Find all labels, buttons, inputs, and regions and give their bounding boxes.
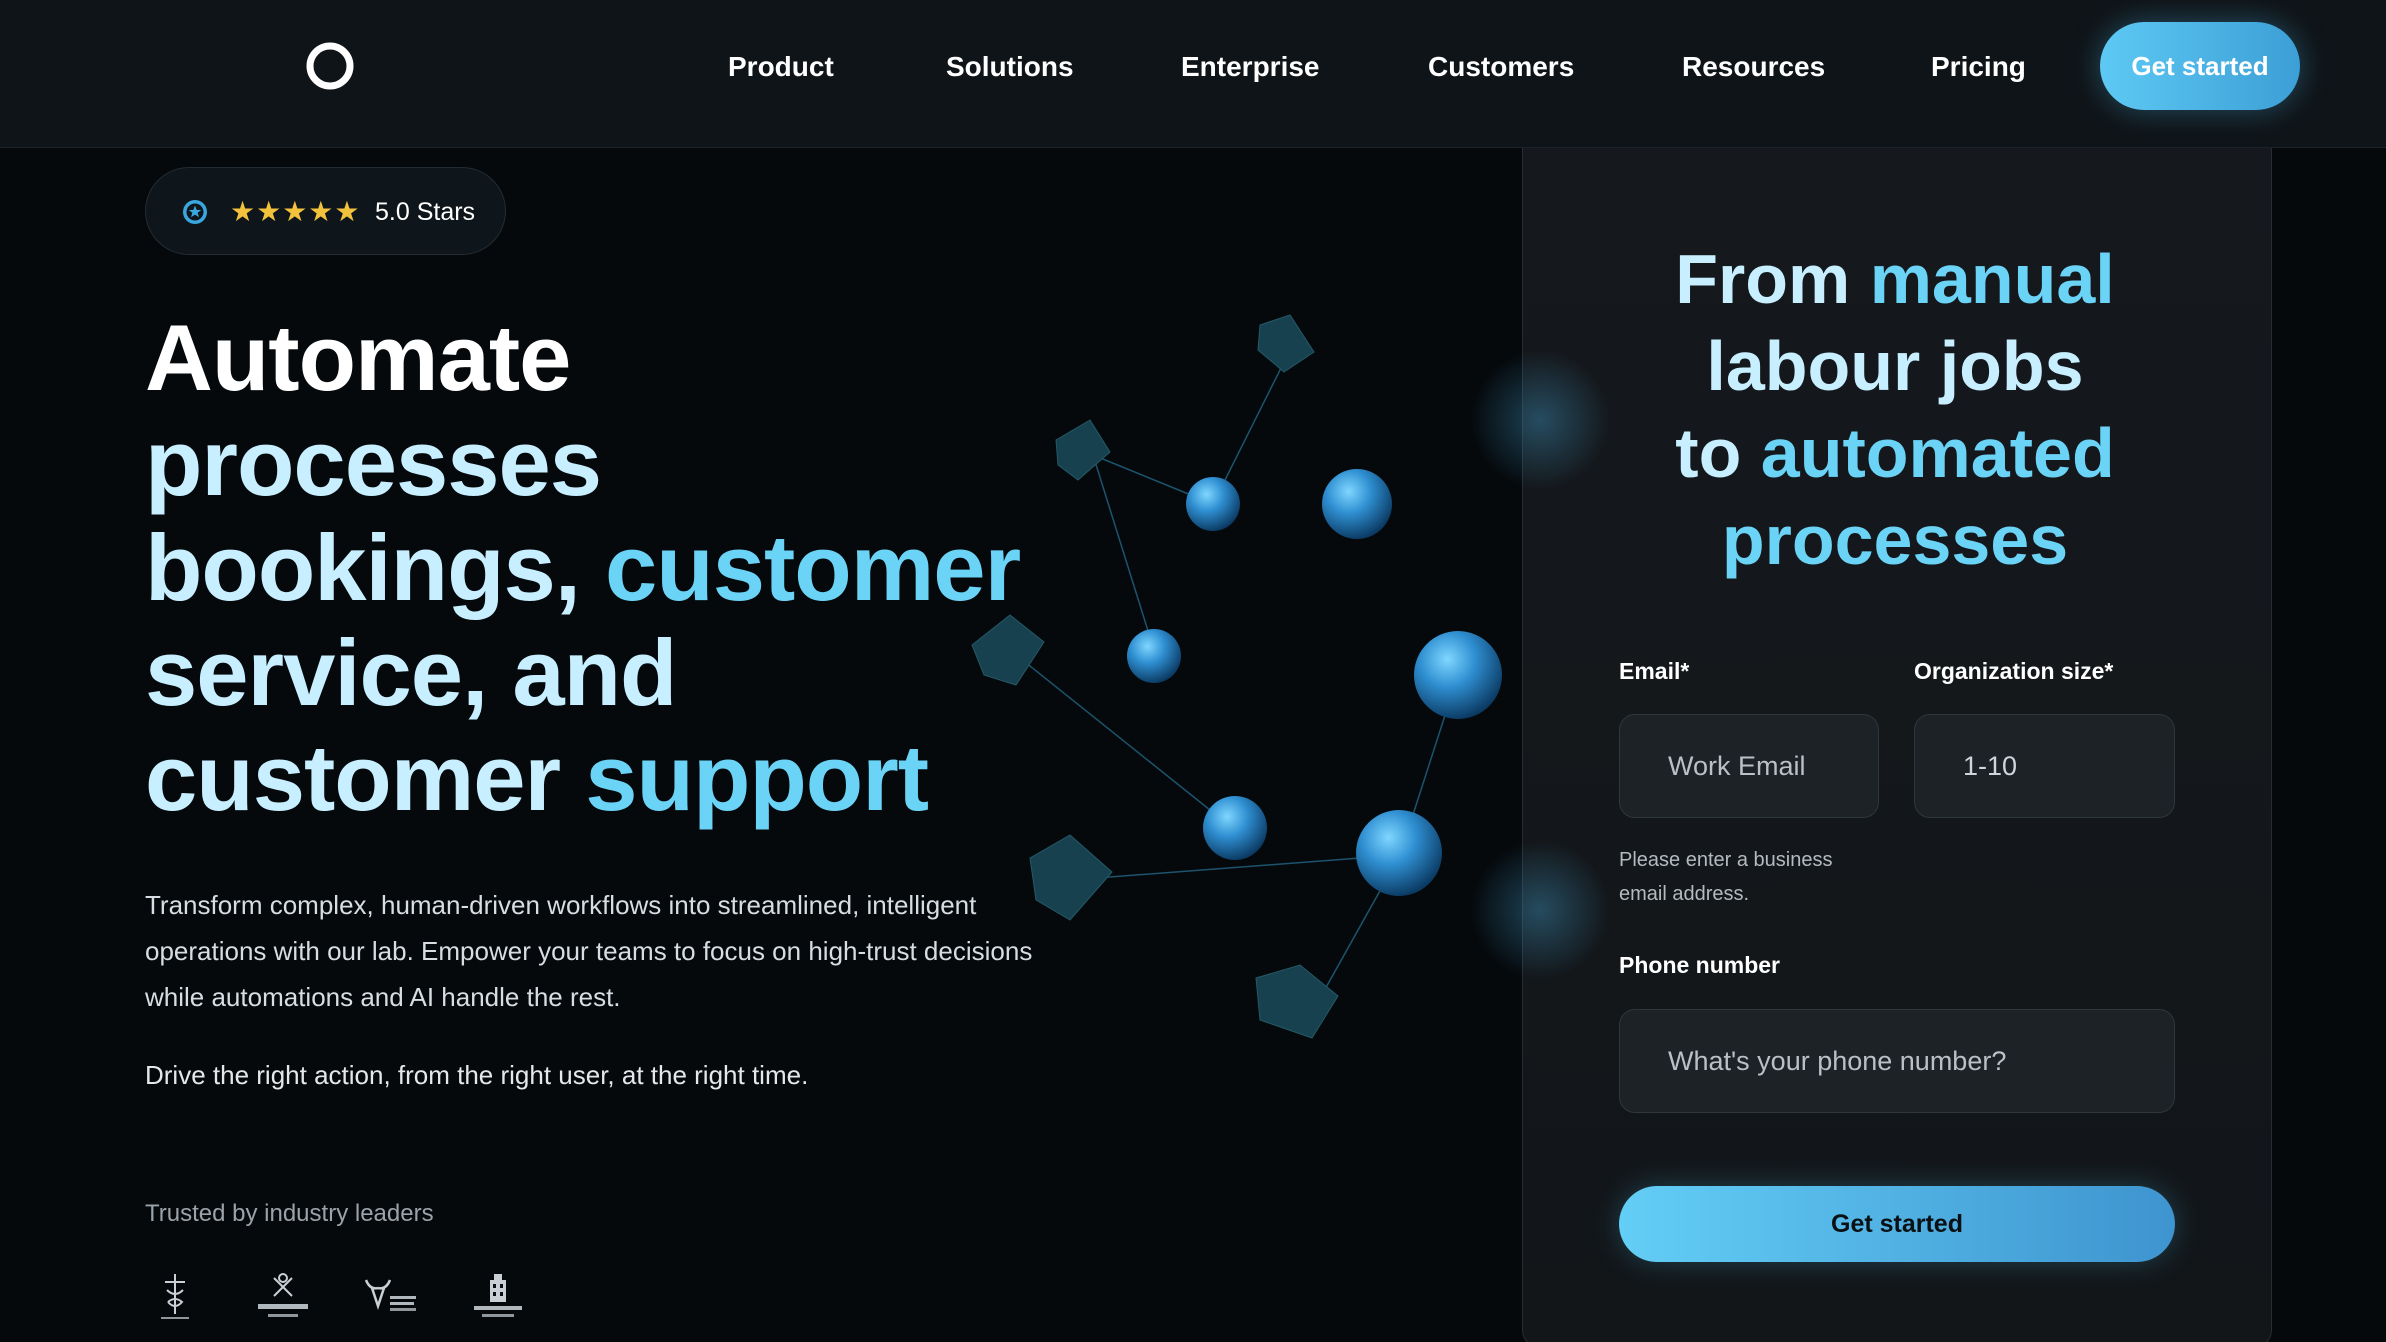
form-get-started-button[interactable]: Get started xyxy=(1619,1186,2175,1262)
client-logo-bull xyxy=(364,1279,416,1311)
nav-link-enterprise[interactable]: Enterprise xyxy=(1181,47,1320,87)
rating-badge: ★★★★★ 5.0 Stars xyxy=(145,167,506,255)
form-title-manual: manual xyxy=(1869,240,2115,318)
organization-size-label: Organization size* xyxy=(1914,658,2114,684)
form-title-automated: automated xyxy=(1760,414,2115,492)
form-title-line-2: labour jobs xyxy=(1706,327,2084,405)
top-nav: Product Solutions Enterprise Customers R… xyxy=(0,0,2386,148)
trusted-label: Trusted by industry leaders xyxy=(145,1200,434,1227)
form-title-line-3: to automated xyxy=(1560,410,2230,497)
ring-logo-icon[interactable] xyxy=(304,40,356,92)
network-illustration xyxy=(971,314,1502,1039)
form-title-to: to xyxy=(1675,414,1742,492)
email-field[interactable] xyxy=(1619,714,1879,818)
client-logo-1 xyxy=(161,1274,189,1319)
client-logo-kavanaugh xyxy=(258,1273,308,1317)
star-badge-icon xyxy=(183,200,207,224)
hero-headline: Automate processes bookings, customer se… xyxy=(145,305,1065,830)
headline-line-5: customer support xyxy=(145,725,1065,830)
email-label: Email* xyxy=(1619,658,1690,684)
headline-line-2: processes xyxy=(145,410,602,515)
headline-customer-2: customer xyxy=(145,725,561,830)
nav-link-resources[interactable]: Resources xyxy=(1682,47,1825,87)
headline-bookings: bookings, xyxy=(145,515,581,620)
headline-line-4: service, and xyxy=(145,620,677,725)
email-hint: Please enter a business email address. xyxy=(1619,849,1833,905)
nav-link-pricing[interactable]: Pricing xyxy=(1931,47,2026,87)
form-title-line-1: From manual xyxy=(1560,236,2230,323)
nav-link-solutions[interactable]: Solutions xyxy=(946,47,1074,87)
organization-size-select[interactable] xyxy=(1914,714,2175,818)
nav-link-customers[interactable]: Customers xyxy=(1428,47,1574,87)
panel-glow-bottom xyxy=(1470,840,1610,980)
sphere-shapes xyxy=(1127,469,1502,896)
phone-field[interactable] xyxy=(1619,1009,2175,1113)
rating-label: 5.0 Stars xyxy=(375,198,476,226)
form-title-line-4: processes xyxy=(1721,501,2069,579)
hero-tagline: Drive the right action, from the right u… xyxy=(145,1060,809,1090)
form-title: From manual labour jobs to automated pro… xyxy=(1560,236,2230,584)
form-title-from: From xyxy=(1675,240,1851,318)
client-logo-ellingsworth xyxy=(474,1274,522,1317)
headline-support: support xyxy=(585,725,929,830)
headline-line-3: bookings, customer xyxy=(145,515,1065,620)
nav-get-started-button[interactable]: Get started xyxy=(2100,22,2300,110)
headline-line-1: Automate xyxy=(145,305,571,410)
nav-link-product[interactable]: Product xyxy=(728,47,834,87)
hero-description: Transform complex, human-driven workflow… xyxy=(145,890,1033,1012)
phone-label: Phone number xyxy=(1619,952,1781,978)
five-star-rating: ★★★★★ xyxy=(230,195,361,228)
